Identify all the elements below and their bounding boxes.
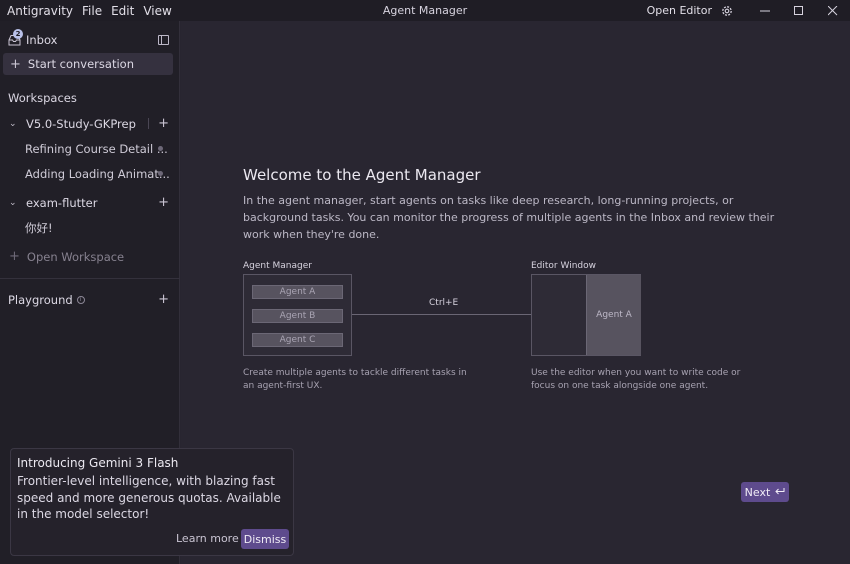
shortcut-label: Ctrl+E [429, 298, 459, 308]
workspaces-heading: Workspaces [0, 90, 180, 106]
workspace-exam-flutter[interactable]: ⌄ exam-flutter + [0, 194, 180, 211]
dismiss-button[interactable]: Dismiss [241, 529, 289, 549]
minimize-icon[interactable] [748, 0, 782, 21]
workspaces-label: Workspaces [8, 91, 77, 105]
toast-title: Introducing Gemini 3 Flash [17, 456, 179, 470]
workspace-name: exam-flutter [26, 195, 98, 210]
conversation-item[interactable]: Adding Loading Animat... [0, 165, 180, 182]
sidebar-divider [0, 278, 180, 279]
conversation-title: Adding Loading Animat... [25, 166, 170, 181]
start-conversation-button[interactable]: + Start conversation [3, 53, 173, 75]
info-icon[interactable]: i [76, 295, 85, 304]
playground-section[interactable]: Playground i + [0, 291, 180, 308]
agent-chip: Agent B [252, 309, 343, 323]
status-dot-icon [158, 171, 163, 176]
start-conversation-label: Start conversation [27, 57, 134, 71]
gear-icon[interactable] [720, 4, 734, 18]
enter-icon [774, 486, 785, 499]
agent-manager-caption: Create multiple agents to tackle differe… [243, 368, 467, 391]
open-editor-button[interactable]: Open Editor [647, 4, 712, 17]
conversation-title: 你好! [25, 220, 53, 235]
file-menu[interactable]: File [82, 4, 102, 18]
maximize-icon[interactable] [782, 0, 816, 21]
inbox-label: Inbox [26, 33, 58, 47]
plus-icon: + [9, 249, 20, 264]
editor-agent-pane: Agent A [586, 275, 641, 355]
add-conversation-icon[interactable]: + [158, 195, 169, 210]
open-workspace-label: Open Workspace [26, 249, 125, 264]
add-conversation-icon[interactable]: + [158, 116, 169, 131]
separator [148, 118, 149, 129]
announcement-toast: Introducing Gemini 3 Flash Frontier-leve… [10, 448, 294, 556]
inbox-icon: 2 [8, 29, 23, 46]
inbox-badge: 2 [13, 29, 23, 39]
status-dot-icon [158, 146, 163, 151]
chevron-down-icon[interactable]: ⌄ [9, 198, 17, 208]
next-button[interactable]: Next [741, 482, 789, 502]
diagram-agent-manager-label: Agent Manager [243, 261, 312, 271]
conversation-title: Refining Course Detail ... [25, 141, 168, 156]
agent-chip: Agent C [252, 333, 343, 347]
next-label: Next [744, 485, 771, 499]
editor-window-illustration: Agent A [531, 274, 641, 356]
edit-menu[interactable]: Edit [111, 4, 134, 18]
plus-icon: + [10, 56, 21, 72]
add-playground-icon[interactable]: + [158, 292, 169, 307]
agent-chip: Agent A [252, 285, 343, 299]
agent-manager-illustration: Agent A Agent B Agent C [243, 274, 352, 356]
panel-toggle-icon[interactable] [158, 35, 169, 45]
title-bar: Antigravity File Edit View Agent Manager… [0, 0, 850, 21]
conversation-item[interactable]: 你好! [0, 219, 180, 236]
view-menu[interactable]: View [143, 4, 171, 18]
workspace-name: V5.0-Study-GKPrep [26, 116, 136, 131]
page-description: In the agent manager, start agents on ta… [243, 194, 775, 241]
workspace-v5-study[interactable]: ⌄ V5.0-Study-GKPrep + [0, 115, 180, 132]
app-menu[interactable]: Antigravity [7, 4, 73, 18]
menu-bar: Antigravity File Edit View [0, 4, 172, 18]
editor-window-caption: Use the editor when you want to write co… [531, 368, 741, 391]
page-title: Welcome to the Agent Manager [243, 166, 481, 184]
learn-more-link[interactable]: Learn more [176, 532, 239, 545]
open-workspace-button[interactable]: + Open Workspace [0, 248, 180, 265]
diagram-editor-window-label: Editor Window [531, 261, 596, 271]
connector-line [352, 314, 531, 315]
playground-label: Playground [8, 292, 73, 307]
chevron-down-icon[interactable]: ⌄ [9, 119, 17, 129]
inbox-item[interactable]: 2 Inbox [0, 29, 180, 49]
close-icon[interactable] [816, 0, 850, 21]
conversation-item[interactable]: Refining Course Detail ... [0, 140, 180, 157]
toast-body: Frontier-level intelligence, with blazin… [17, 474, 281, 521]
